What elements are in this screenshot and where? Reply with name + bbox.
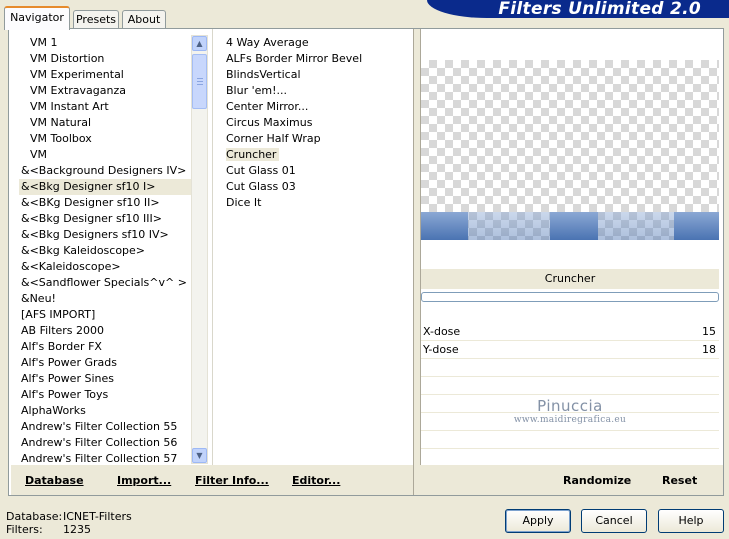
- filter-item[interactable]: 4 Way Average: [224, 35, 414, 51]
- right-toolbar: Randomize Reset: [420, 465, 723, 495]
- category-item[interactable]: Andrew's Filter Collection 57: [19, 451, 195, 463]
- parameter-label: Y-dose: [423, 343, 459, 356]
- filter-item[interactable]: Cruncher: [224, 147, 414, 163]
- category-item[interactable]: VM Distortion: [19, 51, 195, 67]
- preview-shape: [468, 212, 550, 240]
- category-item[interactable]: VM: [19, 147, 195, 163]
- filter-item[interactable]: Cut Glass 03: [224, 179, 414, 195]
- editor-button[interactable]: Editor...: [292, 474, 340, 487]
- pane-splitter[interactable]: [413, 29, 421, 495]
- category-item[interactable]: Andrew's Filter Collection 56: [19, 435, 195, 451]
- category-item[interactable]: &<Bkg Designer sf10 I>: [19, 179, 195, 195]
- preview-shape: [598, 212, 674, 240]
- parameter-row[interactable]: X-dose 15: [421, 323, 719, 341]
- preview-shape: [550, 212, 598, 240]
- import-button[interactable]: Import...: [117, 474, 171, 487]
- category-item[interactable]: VM Extravaganza: [19, 83, 195, 99]
- category-list[interactable]: VM 1 VM Distortion VM Experimental VM Extra…: [19, 35, 195, 463]
- watermark: Pinuccia www.maidiregrafica.eu: [421, 397, 719, 425]
- tab-about[interactable]: About: [122, 10, 166, 30]
- database-value: ICNET-Filters: [63, 510, 132, 523]
- watermark-title: Pinuccia: [537, 397, 603, 415]
- watermark-url: www.maidiregrafica.eu: [513, 415, 627, 425]
- tab-presets[interactable]: Presets: [73, 10, 119, 30]
- scroll-up-arrow-icon[interactable]: ▲: [192, 36, 207, 51]
- list-divider: [212, 29, 213, 465]
- reset-button[interactable]: Reset: [662, 474, 697, 487]
- category-item[interactable]: VM 1: [19, 35, 195, 51]
- filter-item[interactable]: Corner Half Wrap: [224, 131, 414, 147]
- category-item[interactable]: Alf's Border FX: [19, 339, 195, 355]
- parameter-label: X-dose: [423, 325, 461, 338]
- filter-info-button[interactable]: Filter Info...: [195, 474, 269, 487]
- filter-item[interactable]: Cut Glass 01: [224, 163, 414, 179]
- apply-button[interactable]: Apply: [505, 509, 571, 533]
- preview-shape: [674, 212, 719, 240]
- category-item[interactable]: &<Bkg Kaleidoscope>: [19, 243, 195, 259]
- app-title: Filters Unlimited 2.0: [498, 0, 701, 18]
- category-item[interactable]: AB Filters 2000: [19, 323, 195, 339]
- parameter-list: X-dose 15 Y-dose 18: [421, 323, 719, 467]
- cancel-button[interactable]: Cancel: [581, 509, 647, 533]
- filter-item[interactable]: ALFs Border Mirror Bevel: [224, 51, 414, 67]
- parameter-value: 18: [702, 343, 716, 356]
- filters-count-label: Filters:: [6, 523, 43, 536]
- category-item[interactable]: AlphaWorks: [19, 403, 195, 419]
- parameter-row[interactable]: [421, 359, 719, 377]
- app-banner: Filters Unlimited 2.0: [427, 0, 729, 18]
- help-button[interactable]: Help: [658, 509, 724, 533]
- database-button[interactable]: Database: [25, 474, 84, 487]
- category-item[interactable]: Alf's Power Grads: [19, 355, 195, 371]
- navigator-panel: VM 1 VM Distortion VM Experimental VM Extra…: [8, 28, 724, 496]
- category-item[interactable]: VM Experimental: [19, 67, 195, 83]
- progress-bar: [421, 292, 719, 302]
- filter-item[interactable]: Blur 'em!...: [224, 83, 414, 99]
- parameter-row[interactable]: [421, 377, 719, 395]
- filter-item[interactable]: Dice It: [224, 195, 414, 211]
- status-info: Database:ICNET-Filters Filters: 1235: [6, 510, 132, 536]
- filter-item[interactable]: Circus Maximus: [224, 115, 414, 131]
- filter-item[interactable]: BlindsVertical: [224, 67, 414, 83]
- category-item[interactable]: &<Background Designers IV>: [19, 163, 195, 179]
- filter-item[interactable]: Center Mirror...: [224, 99, 414, 115]
- category-item[interactable]: Andrew's Filter Collection 55: [19, 419, 195, 435]
- category-scrollbar[interactable]: ▲ ▼: [191, 35, 208, 464]
- category-item[interactable]: &<Bkg Designer sf10 III>: [19, 211, 195, 227]
- category-item[interactable]: Alf's Power Toys: [19, 387, 195, 403]
- scroll-thumb[interactable]: [192, 54, 207, 109]
- tab-navigator[interactable]: Navigator: [4, 6, 70, 30]
- preview-shape: [421, 212, 468, 240]
- scroll-down-arrow-icon[interactable]: ▼: [192, 448, 207, 463]
- filter-list[interactable]: 4 Way Average ALFs Border Mirror Bevel Bli…: [224, 35, 414, 463]
- parameter-row[interactable]: Y-dose 18: [421, 341, 719, 359]
- category-item[interactable]: &<Bkg Designers sf10 IV>: [19, 227, 195, 243]
- category-item[interactable]: VM Instant Art: [19, 99, 195, 115]
- filters-count-value: 1235: [63, 523, 91, 536]
- database-label: Database:: [6, 510, 63, 523]
- randomize-button[interactable]: Randomize: [563, 474, 631, 487]
- left-toolbar: Database Import... Filter Info... Editor…: [11, 465, 413, 495]
- category-item[interactable]: [AFS IMPORT]: [19, 307, 195, 323]
- category-item[interactable]: &<Kaleidoscope>: [19, 259, 195, 275]
- category-item[interactable]: Alf's Power Sines: [19, 371, 195, 387]
- selected-filter-name: Cruncher: [421, 269, 719, 289]
- category-item[interactable]: VM Toolbox: [19, 131, 195, 147]
- category-item[interactable]: &Neu!: [19, 291, 195, 307]
- category-item[interactable]: &<Sandflower Specials^v^ >: [19, 275, 195, 291]
- category-item[interactable]: &<BKg Designer sf10 II>: [19, 195, 195, 211]
- parameter-row[interactable]: [421, 431, 719, 449]
- parameter-value: 15: [702, 325, 716, 338]
- category-item[interactable]: VM Natural: [19, 115, 195, 131]
- filter-item-label: Cruncher: [226, 148, 280, 161]
- filter-preview: [421, 60, 719, 240]
